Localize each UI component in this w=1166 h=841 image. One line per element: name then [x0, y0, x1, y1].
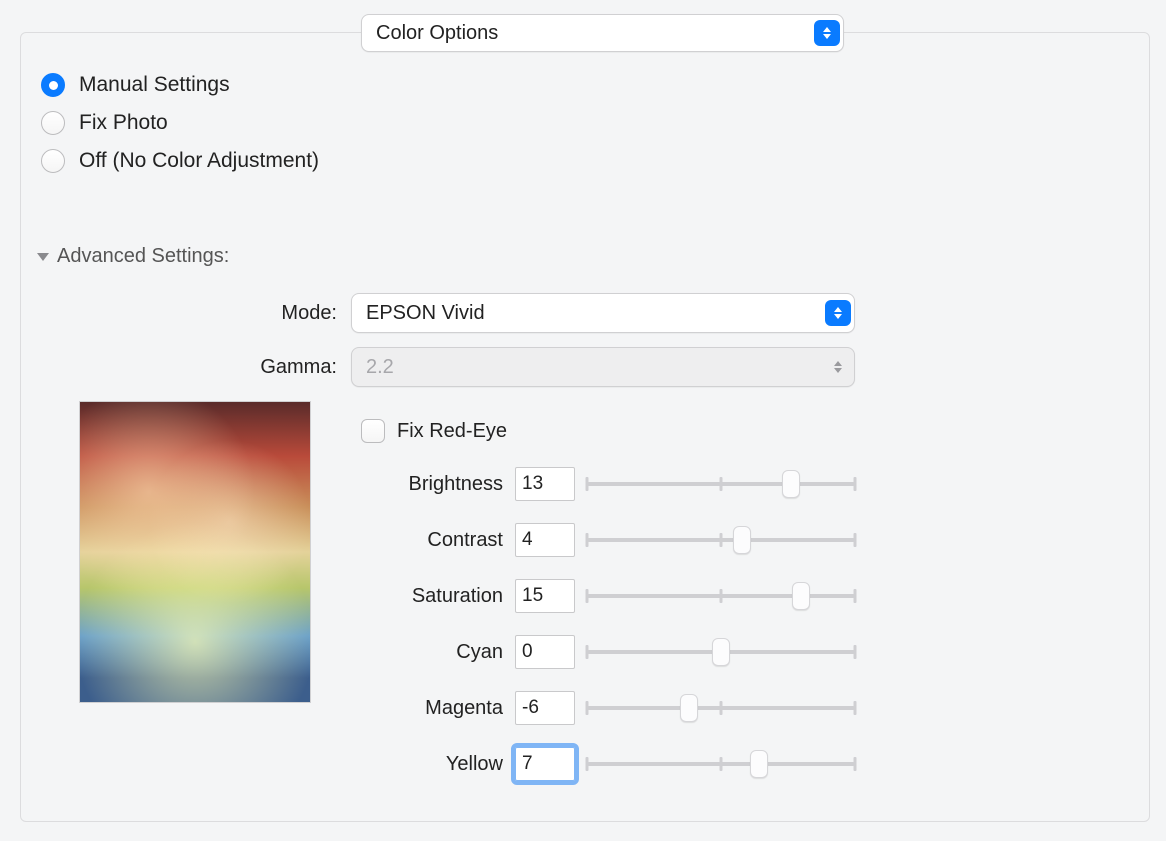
magenta-label: Magenta — [373, 697, 503, 720]
yellow-slider[interactable] — [587, 752, 855, 776]
yellow-input[interactable] — [515, 747, 575, 781]
chevron-down-icon — [37, 253, 49, 261]
radio-manual-settings[interactable]: Manual Settings — [41, 73, 319, 97]
advanced-settings-disclosure[interactable]: Advanced Settings: — [37, 245, 229, 268]
radio-fix-photo[interactable]: Fix Photo — [41, 111, 319, 135]
saturation-input[interactable] — [515, 579, 575, 613]
magenta-slider[interactable] — [587, 696, 855, 720]
advanced-settings-label: Advanced Settings: — [57, 245, 229, 268]
saturation-label: Saturation — [373, 585, 503, 608]
saturation-row: Saturation — [373, 579, 855, 613]
gamma-select: 2.2 — [351, 347, 855, 387]
contrast-slider[interactable] — [587, 528, 855, 552]
cyan-label: Cyan — [373, 641, 503, 664]
mode-select[interactable]: EPSON Vivid — [351, 293, 855, 333]
updown-icon — [825, 300, 851, 326]
section-select[interactable]: Color Options — [361, 14, 844, 52]
mode-select-value: EPSON Vivid — [366, 302, 485, 325]
gamma-label: Gamma: — [21, 356, 351, 379]
radio-label: Fix Photo — [79, 111, 168, 135]
contrast-row: Contrast — [373, 523, 855, 557]
updown-icon — [814, 20, 840, 46]
radio-label: Off (No Color Adjustment) — [79, 149, 319, 173]
checkbox-icon — [361, 419, 385, 443]
radio-off[interactable]: Off (No Color Adjustment) — [41, 149, 319, 173]
brightness-row: Brightness — [373, 467, 855, 501]
radio-icon — [41, 73, 65, 97]
updown-icon — [825, 354, 851, 380]
radio-icon — [41, 111, 65, 135]
brightness-slider[interactable] — [587, 472, 855, 496]
brightness-input[interactable] — [515, 467, 575, 501]
radio-label: Manual Settings — [79, 73, 230, 97]
cyan-row: Cyan — [373, 635, 855, 669]
magenta-input[interactable] — [515, 691, 575, 725]
radio-icon — [41, 149, 65, 173]
yellow-row: Yellow — [373, 747, 855, 781]
section-select-value: Color Options — [376, 22, 498, 45]
cyan-slider[interactable] — [587, 640, 855, 664]
magenta-row: Magenta — [373, 691, 855, 725]
yellow-label: Yellow — [373, 753, 503, 776]
contrast-input[interactable] — [515, 523, 575, 557]
fix-red-eye-checkbox[interactable]: Fix Red-Eye — [361, 419, 507, 443]
mode-radio-group: Manual Settings Fix Photo Off (No Color … — [41, 73, 319, 173]
gamma-select-value: 2.2 — [366, 356, 394, 379]
mode-label: Mode: — [21, 302, 351, 325]
brightness-label: Brightness — [373, 473, 503, 496]
fix-red-eye-label: Fix Red-Eye — [397, 420, 507, 443]
saturation-slider[interactable] — [587, 584, 855, 608]
preview-image — [79, 401, 311, 703]
cyan-input[interactable] — [515, 635, 575, 669]
contrast-label: Contrast — [373, 529, 503, 552]
color-options-panel: Color Options Manual Settings Fix Photo … — [20, 32, 1150, 822]
